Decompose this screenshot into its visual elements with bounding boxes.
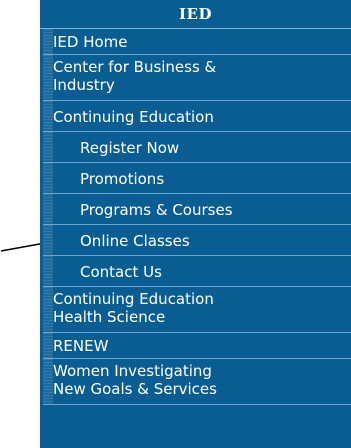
nav-list: IED Home Center for Business & Industry … (40, 29, 351, 405)
nav-item-programs-courses[interactable]: Programs & Courses (43, 194, 351, 225)
nav-item-label: Online Classes (80, 232, 190, 250)
side-navigation: IED IED Home Center for Business & Indus… (40, 0, 351, 448)
nav-item-label: Contact Us (80, 263, 162, 281)
nav-item-label: Programs & Courses (80, 201, 233, 219)
nav-item-center-business-industry[interactable]: Center for Business & Industry (43, 55, 351, 101)
nav-item-label: RENEW (53, 337, 109, 355)
nav-title: IED (40, 0, 351, 29)
nav-item-label: Women Investigating New Goals & Services (53, 362, 217, 398)
nav-item-ied-home[interactable]: IED Home (43, 29, 351, 55)
nav-item-online-classes[interactable]: Online Classes (43, 225, 351, 256)
nav-item-label: Center for Business & Industry (53, 58, 217, 94)
nav-item-promotions[interactable]: Promotions (43, 163, 351, 194)
nav-item-label: Continuing Education (53, 108, 214, 126)
nav-item-women-investigating[interactable]: Women Investigating New Goals & Services (43, 359, 351, 405)
nav-item-register-now[interactable]: Register Now (43, 132, 351, 163)
nav-item-contact-us[interactable]: Contact Us (43, 256, 351, 287)
nav-item-continuing-education-health-science[interactable]: Continuing Education Health Science (43, 287, 351, 333)
nav-item-continuing-education[interactable]: Continuing Education (43, 101, 351, 132)
nav-item-label: Promotions (80, 170, 165, 188)
nav-item-label: IED Home (53, 33, 128, 51)
nav-item-label: Continuing Education Health Science (53, 290, 214, 326)
nav-item-label: Register Now (80, 139, 180, 157)
nav-item-renew[interactable]: RENEW (43, 333, 351, 359)
